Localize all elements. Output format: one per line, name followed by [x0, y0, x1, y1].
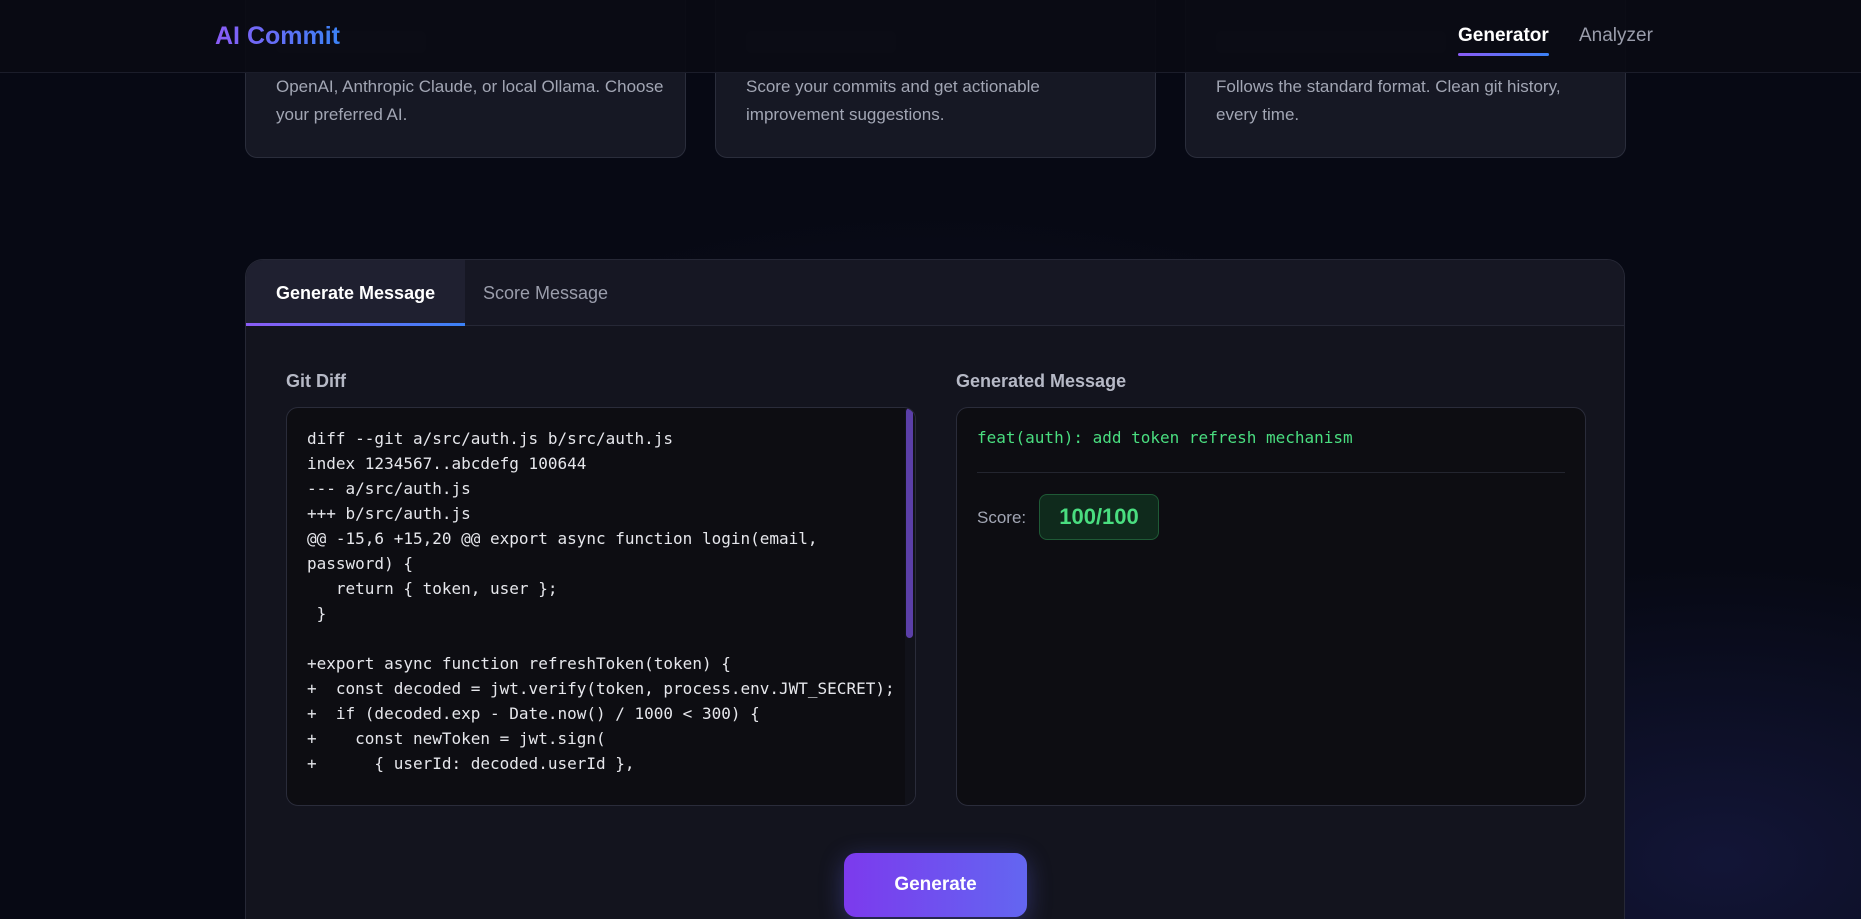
score-badge: 100/100 [1039, 494, 1159, 540]
feature-description: OpenAI, Anthropic Claude, or local Ollam… [276, 77, 664, 124]
tab-score-message[interactable]: Score Message [453, 260, 638, 326]
app-logo[interactable]: AI Commit [215, 22, 340, 51]
git-diff-input[interactable]: diff --git a/src/auth.js b/src/auth.js i… [286, 407, 916, 806]
nav-active-indicator [1458, 53, 1549, 56]
tab-generate-message-label: Generate Message [276, 283, 436, 303]
generated-message-output: feat(auth): add token refresh mechanism … [956, 407, 1586, 806]
git-diff-label: Git Diff [286, 371, 346, 391]
tab-generate-message[interactable]: Generate Message [246, 260, 466, 326]
score-label: Score: [977, 508, 1027, 527]
nav-analyzer-label: Analyzer [1579, 25, 1653, 46]
generator-panel: Generate Message Score Message Git Diff … [245, 259, 1625, 919]
diff-scrollbar-thumb[interactable] [906, 408, 913, 638]
generate-button[interactable]: Generate [844, 853, 1027, 917]
feature-description: Score your commits and get actionable im… [746, 77, 1040, 124]
commit-message-text: feat(auth): add token refresh mechanism [977, 428, 1353, 447]
nav-generator[interactable]: Generator [1458, 25, 1549, 56]
feature-description: Follows the standard format. Clean git h… [1216, 77, 1561, 124]
generated-message-label: Generated Message [956, 371, 1127, 391]
diff-scrollbar[interactable] [905, 408, 915, 805]
git-diff-content[interactable]: diff --git a/src/auth.js b/src/auth.js i… [307, 426, 897, 776]
nav-generator-label: Generator [1458, 25, 1549, 46]
top-nav-bar: AI Commit Generator Analyzer [0, 0, 1861, 73]
nav-analyzer[interactable]: Analyzer [1579, 25, 1653, 47]
tab-score-message-label: Score Message [483, 283, 609, 303]
tab-active-indicator [246, 323, 466, 326]
tab-bar: Generate Message Score Message [246, 260, 1624, 326]
result-divider [977, 472, 1565, 473]
